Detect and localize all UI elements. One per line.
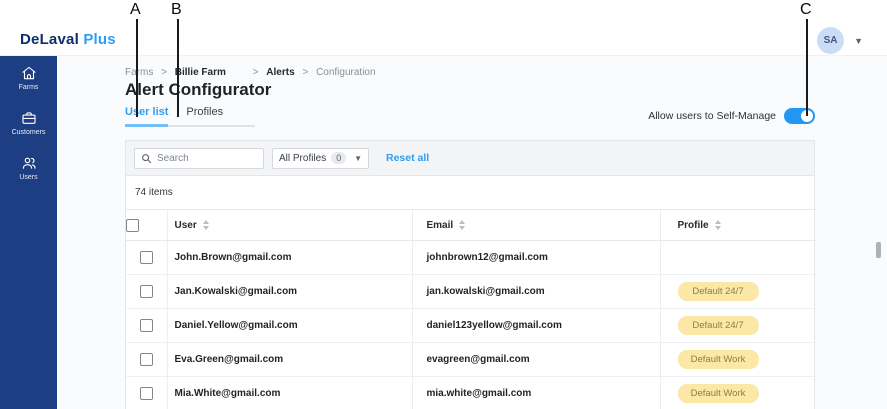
email-cell: jan.kowalski@gmail.com xyxy=(411,274,660,309)
user-cell: Eva.Green@gmail.com xyxy=(166,342,412,377)
column-header-email: Email xyxy=(411,209,660,241)
filter-bar: All Profiles 0 ▼ Reset all xyxy=(126,141,814,176)
tab-user-list[interactable]: User list xyxy=(125,106,169,127)
breadcrumb-item-billie-farm[interactable]: Billie Farm xyxy=(175,67,226,78)
row-checkbox[interactable] xyxy=(139,387,153,400)
delaval-plus-logo[interactable]: DeLaval Plus xyxy=(20,31,116,48)
user-cell: Daniel.Yellow@gmail.com xyxy=(166,308,412,343)
profiles-filter-count: 0 xyxy=(331,152,347,164)
logo-primary: DeLaval xyxy=(20,31,79,48)
account-menu[interactable]: SA ▼ xyxy=(817,27,863,54)
breadcrumb-separator: > xyxy=(252,67,259,78)
breadcrumb-separator: > xyxy=(302,67,309,78)
email-cell: daniel123yellow@gmail.com xyxy=(411,308,660,343)
column-header-user: User xyxy=(166,209,412,241)
table-row: Mia.White@gmail.com mia.white@gmail.com … xyxy=(126,376,816,409)
table-row: Eva.Green@gmail.com evagreen@gmail.com D… xyxy=(126,342,816,377)
sidebar-item-label: Users xyxy=(19,174,38,181)
search-input[interactable] xyxy=(157,152,257,164)
annotation-line-b xyxy=(177,19,179,117)
profiles-filter-label: All Profiles xyxy=(279,152,327,164)
user-cell: John.Brown@gmail.com xyxy=(166,240,412,275)
profile-badge: Default Work xyxy=(677,384,759,403)
items-count: 74 items xyxy=(135,187,173,198)
row-checkbox[interactable] xyxy=(139,251,153,264)
self-manage-toggle[interactable] xyxy=(784,108,815,124)
profiles-filter-dropdown[interactable]: All Profiles 0 ▼ xyxy=(272,147,369,169)
email-cell: mia.white@gmail.com xyxy=(411,376,660,409)
column-header-profile: Profile xyxy=(659,209,816,241)
logo-accent: Plus xyxy=(83,31,116,48)
reset-all-button[interactable]: Reset all xyxy=(386,152,429,164)
table-row: John.Brown@gmail.com johnbrown12@gmail.c… xyxy=(126,240,816,275)
row-checkbox[interactable] xyxy=(139,319,153,332)
table-header-row: User Email Profile xyxy=(126,209,816,241)
chevron-down-icon: ▼ xyxy=(354,153,362,163)
avatar[interactable]: SA xyxy=(817,27,845,54)
scrollbar-thumb[interactable] xyxy=(876,242,881,258)
sidebar-item-farms[interactable]: Farms xyxy=(0,64,57,109)
breadcrumb-separator: > xyxy=(161,67,167,78)
row-checkbox[interactable] xyxy=(139,353,153,366)
briefcase-icon xyxy=(21,112,36,124)
email-cell: johnbrown12@gmail.com xyxy=(411,240,660,275)
annotation-label-a: A xyxy=(130,1,141,18)
tab-profiles[interactable]: Profiles xyxy=(186,106,223,125)
breadcrumb-item-alerts[interactable]: Alerts xyxy=(266,67,294,78)
sidebar: Farms Customers Users xyxy=(0,56,57,409)
search-icon xyxy=(142,153,152,163)
annotation-line-c xyxy=(806,19,808,116)
select-all-checkbox[interactable] xyxy=(126,218,139,232)
profile-badge: Default 24/7 xyxy=(677,282,759,301)
table-row: Jan.Kowalski@gmail.com jan.kowalski@gmai… xyxy=(126,274,816,309)
table-row: Daniel.Yellow@gmail.com daniel123yellow@… xyxy=(126,308,816,343)
sidebar-item-label: Customers xyxy=(11,129,46,136)
user-cell: Mia.White@gmail.com xyxy=(166,376,412,409)
sidebar-item-customers[interactable]: Customers xyxy=(0,109,57,154)
sidebar-item-users[interactable]: Users xyxy=(0,154,57,199)
sort-icon[interactable] xyxy=(202,219,209,230)
profile-badge: Default 24/7 xyxy=(677,316,759,335)
user-cell: Jan.Kowalski@gmail.com xyxy=(166,274,412,309)
annotation-label-c: C xyxy=(800,1,812,18)
sidebar-item-label: Farms xyxy=(18,84,39,91)
chevron-down-icon[interactable]: ▼ xyxy=(854,36,863,46)
users-icon xyxy=(22,157,36,169)
sort-icon[interactable] xyxy=(714,219,721,230)
tab-bar: User list Profiles xyxy=(125,106,255,127)
annotation-line-a xyxy=(136,19,138,117)
search-box xyxy=(134,147,264,169)
annotation-label-b: B xyxy=(171,1,182,18)
sort-icon[interactable] xyxy=(459,219,466,230)
email-cell: evagreen@gmail.com xyxy=(411,342,660,377)
user-list-card: All Profiles 0 ▼ Reset all 74 items User… xyxy=(125,140,816,409)
user-table: User Email Profile John.Brown@gmail.com … xyxy=(126,209,816,409)
breadcrumb: Farms > Billie Farm > Alerts > Configura… xyxy=(125,67,381,78)
breadcrumb-item-farms[interactable]: Farms xyxy=(125,67,153,78)
page-title: Alert Configurator xyxy=(125,80,272,99)
profile-badge: Default Work xyxy=(677,350,759,369)
self-manage-label: Allow users to Self-Manage xyxy=(648,110,776,122)
self-manage-setting: Allow users to Self-Manage xyxy=(648,108,815,124)
farm-icon xyxy=(21,66,36,80)
breadcrumb-item-configuration: Configuration xyxy=(316,67,376,78)
row-checkbox[interactable] xyxy=(139,285,153,298)
